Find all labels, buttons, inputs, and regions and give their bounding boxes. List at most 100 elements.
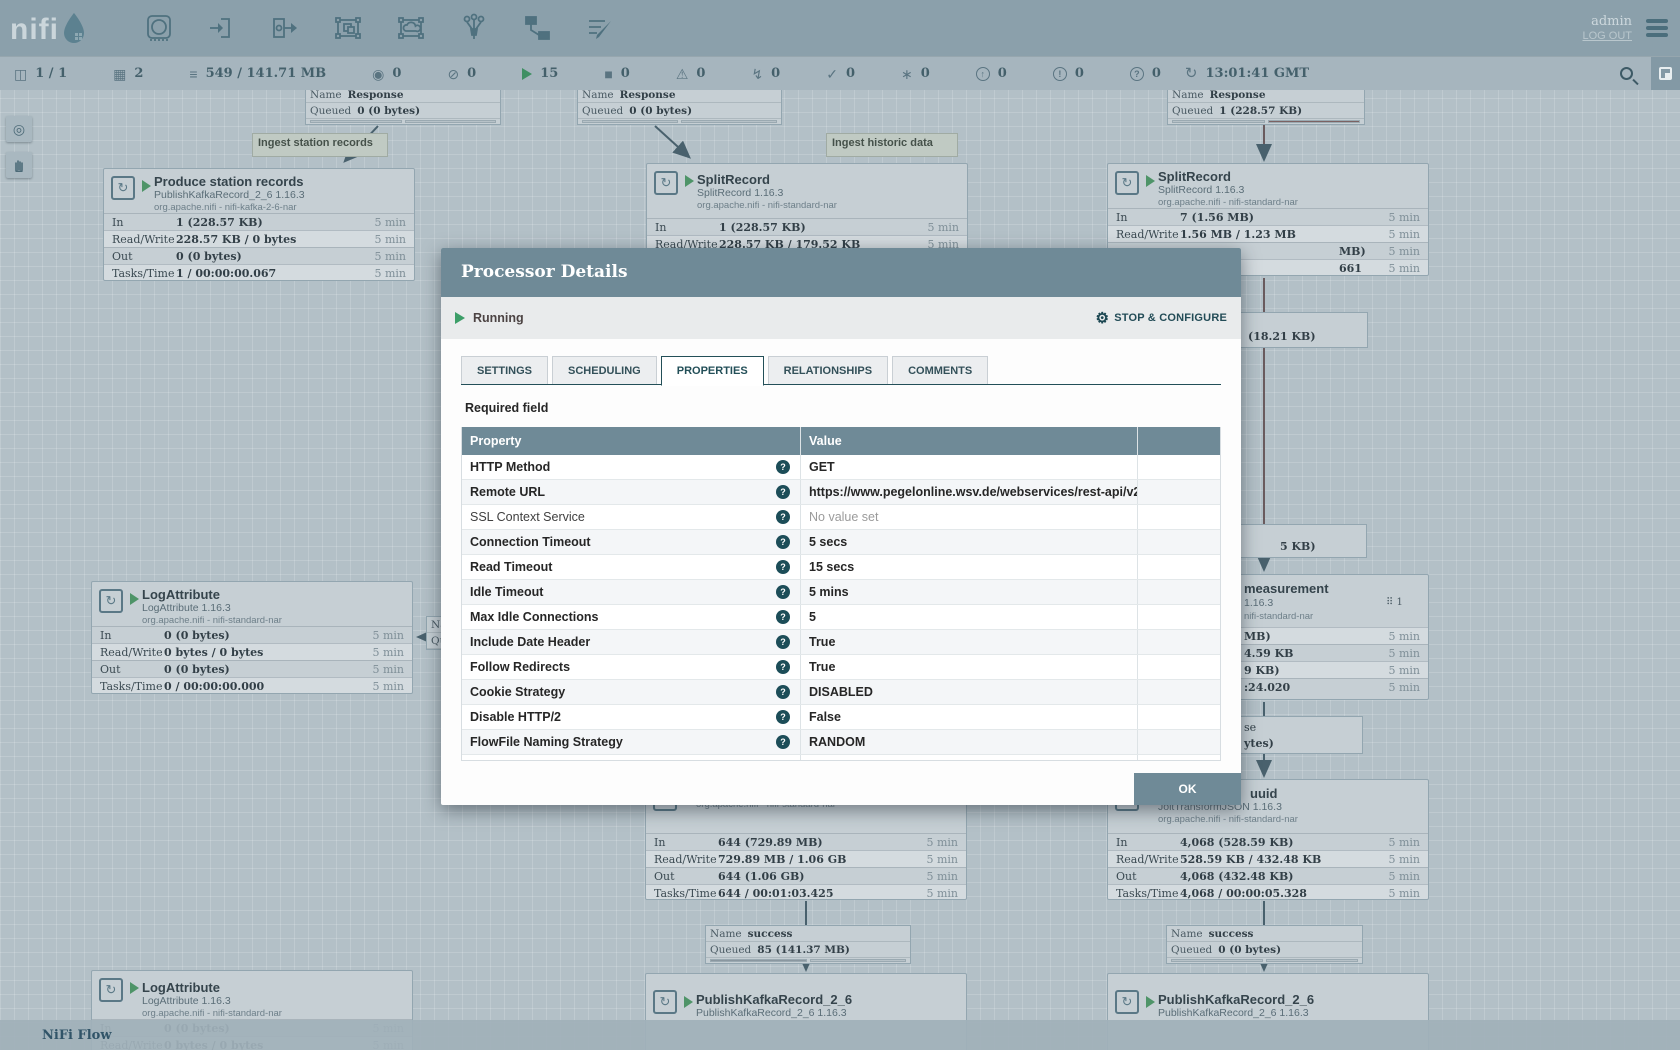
help-icon[interactable]: ? [776,610,790,624]
output-port-icon[interactable] [270,13,300,43]
process-group-icon[interactable] [333,13,363,43]
gear-icon: ⚙ [1096,309,1110,327]
tab-scheduling[interactable]: SCHEDULING [552,356,657,384]
status-modified-stale: !0 [1053,66,1084,81]
property-row[interactable]: Include Date Header?True [462,630,1220,655]
stat-row: Read/Write1.56 MB / 1.23 MB5 min [1108,225,1428,242]
status-disabled: ↯0 [751,66,780,81]
help-icon[interactable]: ? [776,735,790,749]
check-icon: ✓ [826,67,838,81]
status-up-to-date: ✓0 [826,66,855,81]
stop-and-configure-button[interactable]: ⚙ STOP & CONFIGURE [1096,309,1227,327]
nifi-app: ◎ Ingest station records Ingest historic… [0,0,1680,1050]
property-row[interactable]: HTTP Method?GET [462,455,1220,480]
property-row[interactable]: Disable HTTP/2?False [462,705,1220,730]
help-icon[interactable]: ? [776,760,790,761]
property-row[interactable]: Max Idle Connections?5 [462,605,1220,630]
help-icon[interactable]: ? [776,710,790,724]
stat-row: In7 (1.56 MB)5 min [1108,208,1428,225]
property-row[interactable]: SSL Context Service?No value set [462,505,1220,530]
processor-icon: ↻ [99,589,123,613]
remote-process-group-icon[interactable] [396,13,426,43]
running-icon [130,982,139,994]
processor-type: LogAttribute 1.16.3 [142,602,412,615]
stat-row: In1 (228.57 KB)5 min [104,213,414,230]
backpressure-bars [1168,119,1364,124]
navigate-palette-button[interactable]: ◎ [6,116,32,142]
help-icon[interactable]: ? [776,560,790,574]
processor-name: LogAttribute [142,980,412,995]
connection-label[interactable]: NameResponse Queued0 (0 bytes) [577,86,782,125]
stat-row: Out644 (1.06 GB)5 min [646,867,966,884]
tab-settings[interactable]: SETTINGS [461,356,548,384]
template-icon[interactable] [522,13,552,43]
tab-comments[interactable]: COMMENTS [892,356,988,384]
help-icon[interactable]: ? [776,510,790,524]
running-icon [684,996,693,1008]
breadcrumb[interactable]: NiFi Flow [0,1020,1680,1050]
property-row[interactable]: Cookie Strategy?DISABLED [462,680,1220,705]
processor[interactable]: ↻ LogAttribute LogAttribute 1.16.3 org.a… [91,581,413,694]
ok-button[interactable]: OK [1134,773,1241,805]
property-column-header: Property [462,427,800,455]
counter-badge: ⠿ 1 [1386,597,1403,608]
property-row[interactable]: Idle Timeout?5 mins [462,580,1220,605]
search-icon[interactable] [1620,67,1633,80]
property-row[interactable]: FlowFile Naming Strategy?RANDOM [462,730,1220,755]
processor-name: SplitRecord [697,172,967,187]
property-row[interactable]: Follow Redirects?True [462,655,1220,680]
stat-row: Tasks/Time0 / 00:00:00.0005 min [92,677,412,694]
global-menu-icon[interactable] [1646,16,1668,40]
help-icon[interactable]: ? [776,460,790,474]
status-not-transmitting: ⊘0 [447,66,476,81]
status-stopped: ■0 [604,66,630,81]
value-column-header: Value [800,427,1137,455]
asterisk-icon: ∗ [901,67,913,81]
processor-name: PublishKafkaRecord_2_6 [1158,992,1428,1007]
nifi-drop-icon [61,11,87,45]
connection-label[interactable]: NameResponse Queued1 (228.57 KB) [1167,86,1365,125]
backpressure-bars [578,119,781,124]
processor-component-icon[interactable] [144,13,174,43]
stat-row: In0 (0 bytes)5 min [92,626,412,643]
help-icon[interactable]: ? [776,685,790,699]
processor[interactable]: ↻ Produce station records PublishKafkaRe… [103,168,415,281]
flow-label[interactable]: Ingest historic data [826,133,958,157]
property-row[interactable]: Connection Timeout?5 secs [462,530,1220,555]
stat-row: Out4,068 (432.48 KB)5 min [1108,867,1428,884]
flow-label[interactable]: Ingest station records [252,133,388,157]
label-icon[interactable] [585,13,615,43]
help-icon[interactable]: ? [776,535,790,549]
input-port-icon[interactable] [207,13,237,43]
current-user: admin [1591,14,1632,29]
help-icon[interactable]: ? [776,635,790,649]
processor-icon: ↻ [653,990,677,1014]
logout-link[interactable]: LOG OUT [1582,29,1632,43]
connection-label[interactable]: NameResponse Queued0 (0 bytes) [305,86,501,125]
operate-palette-button[interactable] [6,152,32,178]
help-icon[interactable]: ? [776,585,790,599]
bulletin-button[interactable] [1651,57,1680,90]
running-icon [522,68,532,80]
funnel-icon[interactable] [459,13,489,43]
property-row[interactable]: Attributes to Send?No value set [462,755,1220,761]
property-row[interactable]: Read Timeout?15 secs [462,555,1220,580]
help-icon[interactable]: ? [776,660,790,674]
connection-label[interactable]: Namesuccess Queued85 (141.37 MB) [705,925,911,964]
processor-icon: ↻ [111,176,135,200]
stat-row: In4,068 (528.59 KB)5 min [1108,833,1428,850]
processor-details-dialog: Processor Details Running ⚙ STOP & CONFI… [441,248,1241,805]
tab-properties[interactable]: PROPERTIES [661,356,764,386]
help-icon[interactable]: ? [776,485,790,499]
running-icon [142,180,151,192]
processor-type: PublishKafkaRecord_2_6 1.16.3 [696,1007,966,1020]
connection-label[interactable]: Namesuccess Queued0 (0 bytes) [1166,925,1363,964]
refresh-icon[interactable]: ↻ [1185,67,1198,81]
status-bar: ◫1 / 1 ▦2 ≡549 / 141.71 MB ◉0 ⊘0 15 ■0 ⚠… [0,56,1680,90]
property-row[interactable]: Remote URL?https://www.pegelonline.wsv.d… [462,480,1220,505]
processor-bundle: org.apache.nifi - nifi-kafka-2-6-nar [154,202,414,214]
processor-bundle: org.apache.nifi - nifi-standard-nar [1158,814,1428,826]
tab-relationships[interactable]: RELATIONSHIPS [768,356,888,384]
breadcrumb-root[interactable]: NiFi Flow [42,1028,112,1043]
nifi-logo-text: nifi [10,15,59,45]
